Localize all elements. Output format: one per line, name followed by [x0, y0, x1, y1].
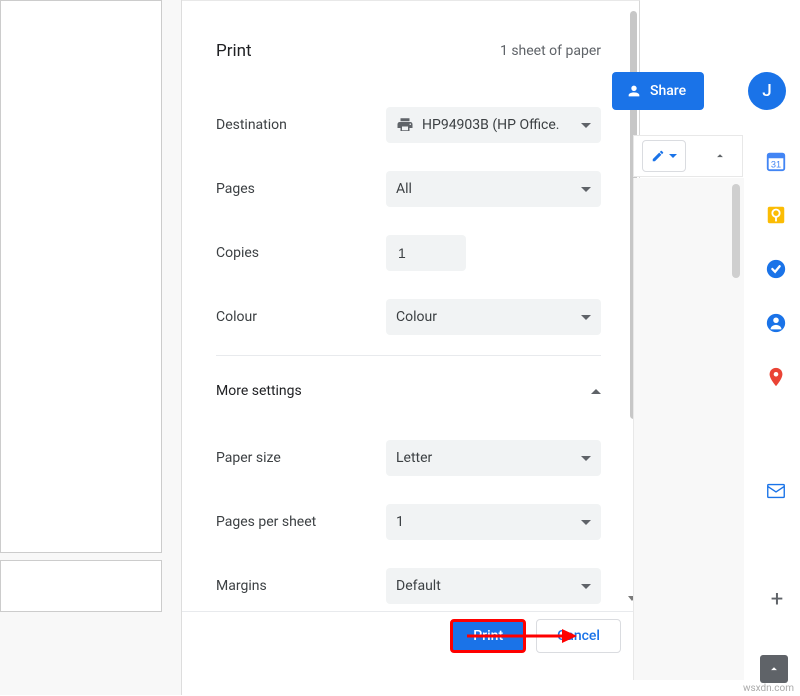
pencil-icon: [651, 149, 665, 163]
chevron-down-icon: [581, 123, 591, 128]
colour-label: Colour: [216, 309, 386, 325]
chevron-down-icon: [581, 315, 591, 320]
preview-page-1: [0, 0, 162, 553]
dialog-footer: Print Cancel: [182, 611, 639, 660]
copies-label: Copies: [216, 245, 386, 261]
svg-text:31: 31: [771, 159, 781, 169]
keep-icon[interactable]: [765, 204, 787, 226]
chevron-up-icon: [591, 389, 601, 394]
share-label: Share: [650, 83, 686, 99]
paper-size-select[interactable]: Letter: [386, 440, 601, 476]
edit-mode-button[interactable]: [642, 140, 686, 172]
mail-icon[interactable]: [765, 480, 787, 502]
share-button[interactable]: Share: [612, 72, 704, 110]
sheet-count: 1 sheet of paper: [500, 43, 601, 59]
paper-size-value: Letter: [396, 450, 432, 466]
side-panel: [633, 178, 744, 680]
tasks-icon[interactable]: [765, 258, 787, 280]
pages-per-sheet-label: Pages per sheet: [216, 514, 386, 530]
add-addon-button[interactable]: +: [766, 588, 788, 610]
avatar[interactable]: J: [748, 72, 786, 110]
addon-sidebar: 31: [752, 150, 800, 502]
preview-page-2: [0, 560, 162, 612]
contacts-icon[interactable]: [765, 312, 787, 334]
pages-select[interactable]: All: [386, 171, 601, 207]
chevron-up-icon: [713, 149, 727, 163]
destination-value: HP94903B (HP Office.: [422, 117, 559, 133]
dialog-title: Print: [216, 41, 252, 61]
watermark: wsxdn.com: [743, 683, 794, 694]
margins-select[interactable]: Default: [386, 568, 601, 604]
paper-size-label: Paper size: [216, 450, 386, 466]
chevron-down-icon: [581, 584, 591, 589]
app-right-area: Share J 31 +: [640, 0, 800, 695]
print-dialog: Print 1 sheet of paper Destination HP949…: [182, 0, 640, 660]
chevron-down-icon: [581, 456, 591, 461]
chevron-down-icon: [581, 187, 591, 192]
printer-icon: [396, 116, 414, 134]
destination-label: Destination: [216, 117, 386, 133]
chevron-down-icon: [581, 520, 591, 525]
margins-value: Default: [396, 578, 441, 594]
collapse-button[interactable]: [706, 142, 734, 170]
person-icon: [626, 83, 642, 99]
copies-input[interactable]: [386, 235, 466, 271]
cancel-button[interactable]: Cancel: [536, 619, 621, 653]
colour-select[interactable]: Colour: [386, 299, 601, 335]
margins-label: Margins: [216, 578, 386, 594]
chevron-down-icon: [669, 154, 677, 158]
more-settings-toggle[interactable]: More settings: [216, 356, 601, 426]
pages-value: All: [396, 181, 412, 197]
maps-icon[interactable]: [765, 366, 787, 388]
side-panel-scrollbar[interactable]: [732, 184, 740, 278]
print-button[interactable]: Print: [450, 619, 526, 653]
pages-label: Pages: [216, 181, 386, 197]
pages-per-sheet-select[interactable]: 1: [386, 504, 601, 540]
expand-icon: [767, 662, 781, 676]
preview-pane: [0, 0, 182, 695]
toolbar-overflow: [633, 135, 743, 177]
colour-value: Colour: [396, 309, 437, 325]
calendar-icon[interactable]: 31: [765, 150, 787, 172]
more-settings-label: More settings: [216, 383, 302, 399]
destination-select[interactable]: HP94903B (HP Office.: [386, 107, 601, 143]
pages-per-sheet-value: 1: [396, 514, 404, 530]
expand-button[interactable]: [760, 655, 788, 683]
